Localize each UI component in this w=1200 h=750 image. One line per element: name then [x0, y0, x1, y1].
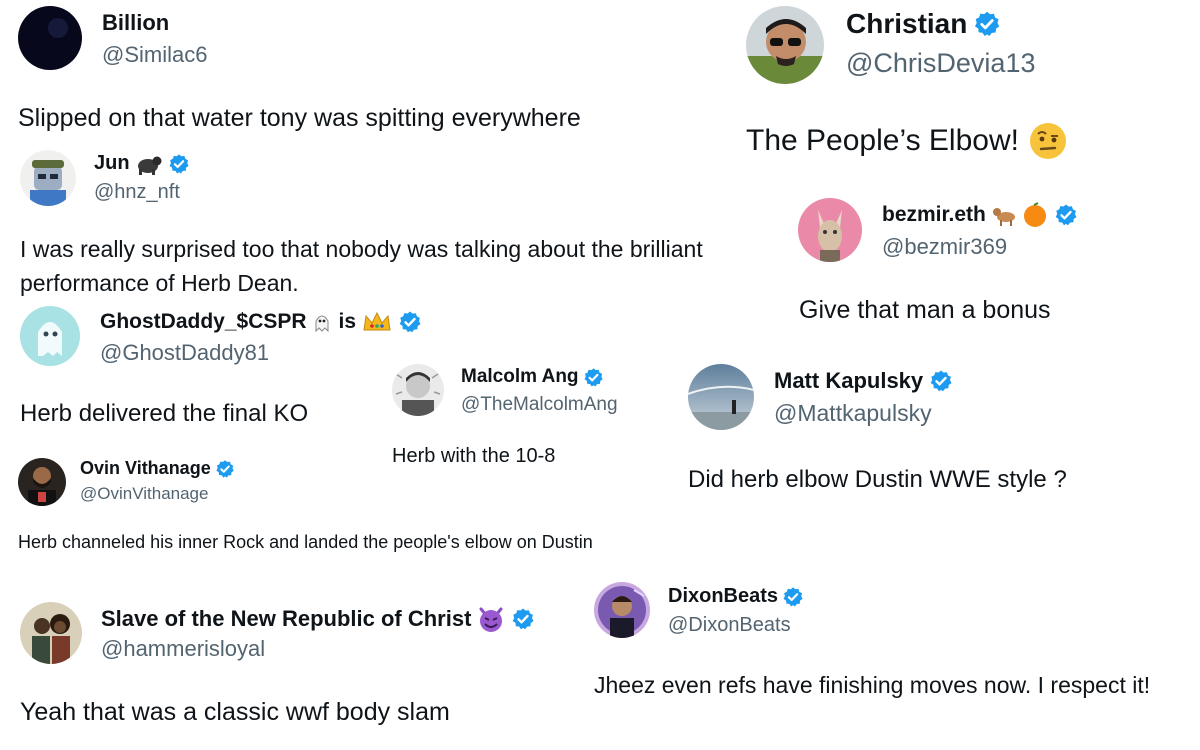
author-handle[interactable]: @hammerisloyal	[101, 636, 265, 662]
producer-avatar[interactable]	[594, 582, 650, 638]
verified-badge-icon	[782, 586, 804, 608]
author-handle[interactable]: @DixonBeats	[668, 614, 791, 637]
verified-badge-icon	[215, 459, 235, 479]
author-handle[interactable]: @ChrisDevia13	[846, 48, 1035, 79]
author-handle[interactable]: @OvinVithanage	[80, 484, 208, 504]
smiling-devil-icon	[477, 605, 505, 633]
post-text: Herb with the 10-8	[392, 445, 556, 467]
author-name[interactable]: DixonBeats	[668, 585, 804, 608]
crown-icon	[362, 310, 392, 334]
author-name[interactable]: Slave of the New Republic of Christ	[101, 605, 535, 633]
fox-avatar[interactable]	[798, 198, 862, 262]
author-name[interactable]: Billion	[102, 10, 169, 36]
verified-badge-icon	[398, 310, 422, 334]
post-text-line-2: performance of Herb Dean.	[20, 270, 299, 296]
author-handle[interactable]: @Similac6	[102, 42, 207, 68]
post-text: The People’s Elbow!	[746, 122, 1067, 160]
author-name[interactable]: Ovin Vithanage	[80, 458, 235, 479]
author-name[interactable]: GhostDaddy_$CSPR is	[100, 310, 422, 334]
verified-badge-icon	[1054, 203, 1078, 227]
ghost-avatar[interactable]	[20, 306, 80, 366]
post-text: Slipped on that water tony was spitting …	[18, 104, 581, 132]
dog-and-orange-icons	[992, 202, 1048, 228]
author-handle[interactable]: @GhostDaddy81	[100, 340, 269, 366]
author-name[interactable]: Matt Kapulsky	[774, 368, 953, 394]
dark-avatar[interactable]	[18, 6, 82, 70]
sunglasses-man-avatar[interactable]	[746, 6, 824, 84]
post-text: Herb delivered the final KO	[20, 400, 309, 427]
post-text: Jheez even refs have finishing moves now…	[594, 672, 1151, 698]
raised-eyebrow-face-icon	[1029, 122, 1067, 160]
post-text: Give that man a bonus	[799, 296, 1051, 324]
verified-badge-icon	[973, 10, 1001, 38]
nft-robot-avatar[interactable]	[20, 150, 76, 206]
author-handle[interactable]: @Mattkapulsky	[774, 400, 932, 427]
post-text: Herb channeled his inner Rock and landed…	[18, 532, 593, 552]
ghost-and-crown-icons	[311, 311, 333, 333]
post-text: Did herb elbow Dustin WWE style ?	[688, 466, 1067, 493]
sketch-man-avatar[interactable]	[392, 364, 444, 416]
sky-landscape-avatar[interactable]	[688, 364, 754, 430]
gorilla-icon	[136, 153, 162, 175]
verified-badge-icon	[168, 153, 190, 175]
author-handle[interactable]: @hnz_nft	[94, 181, 180, 204]
post-text: Yeah that was a classic wwf body slam	[20, 698, 450, 726]
verified-badge-icon	[583, 367, 604, 388]
post-text-line-1: I was really surprised too that nobody w…	[20, 236, 703, 262]
author-handle[interactable]: @TheMalcolmAng	[461, 394, 618, 416]
author-name[interactable]: bezmir.eth	[882, 202, 1078, 228]
verified-badge-icon	[511, 607, 535, 631]
author-name[interactable]: Jun	[94, 152, 190, 175]
author-name[interactable]: Christian	[846, 8, 1001, 40]
author-handle[interactable]: @bezmir369	[882, 234, 1007, 260]
author-name[interactable]: Malcolm Ang	[461, 366, 604, 388]
couple-photo-avatar[interactable]	[20, 602, 82, 664]
bearded-man-avatar[interactable]	[18, 458, 66, 506]
verified-badge-icon	[929, 369, 953, 393]
